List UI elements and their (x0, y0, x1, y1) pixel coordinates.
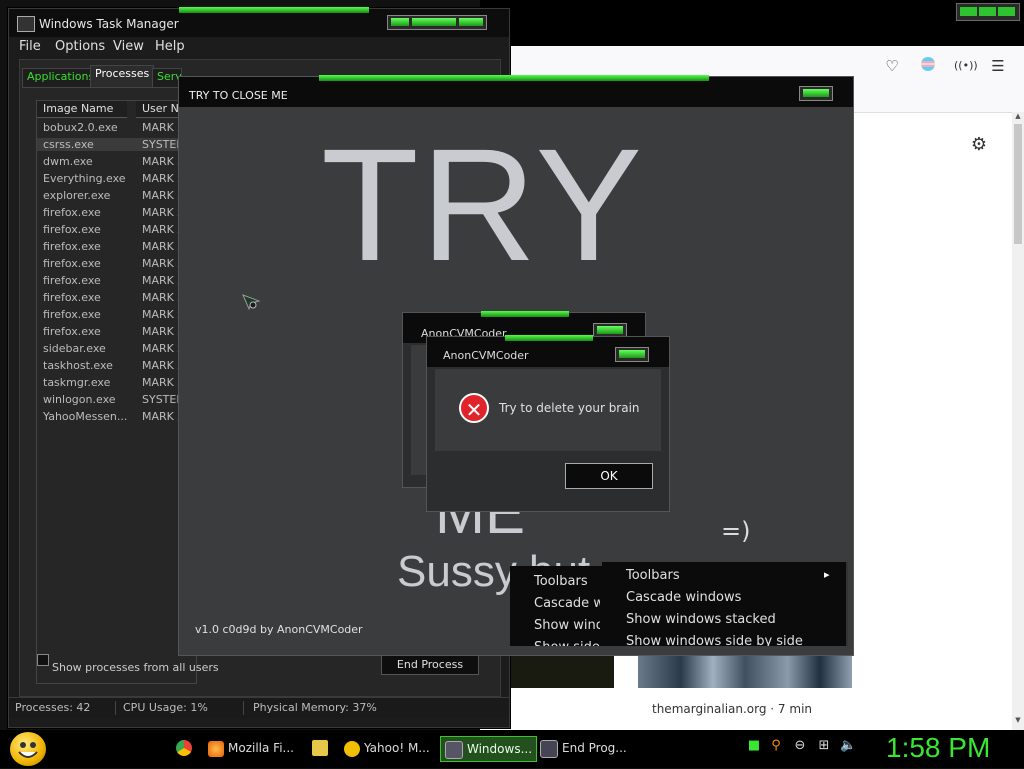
dialog-title: AnonCVMCoder (443, 349, 529, 362)
task-yahoo[interactable]: Yahoo! M... (344, 736, 430, 760)
status-memory: Physical Memory: 37% (253, 701, 377, 714)
process-name[interactable]: taskhost.exe (43, 359, 113, 372)
process-name[interactable]: YahooMessen... (43, 410, 127, 423)
cursor-icon (241, 289, 263, 311)
folder-icon[interactable] (312, 740, 328, 756)
process-name[interactable]: bobux2.0.exe (43, 121, 118, 134)
process-name[interactable]: firefox.exe (43, 257, 101, 270)
menu-item-cascade[interactable]: Cascade w (534, 596, 600, 611)
menu-item-cascade[interactable]: Cascade windows (626, 590, 741, 605)
process-name[interactable]: firefox.exe (43, 223, 101, 236)
process-name[interactable]: firefox.exe (43, 291, 101, 304)
status-bar: Processes: 42 CPU Usage: 1% Physical Mem… (9, 697, 509, 718)
menu-view[interactable]: View (113, 39, 144, 54)
titlebar-accent (505, 335, 593, 341)
chrome-icon[interactable] (176, 740, 192, 756)
window-controls[interactable] (387, 15, 487, 30)
process-name[interactable]: firefox.exe (43, 325, 101, 338)
browser-titlebar (480, 0, 1024, 46)
error-icon: ✕ (459, 393, 489, 423)
titlebar-accent (179, 7, 369, 13)
menu-help[interactable]: Help (155, 39, 185, 54)
taskmanager-icon (445, 740, 463, 759)
submenu-arrow-icon: ▸ (824, 568, 830, 581)
menu-bar: File Options View Help (9, 37, 509, 57)
context-menu-right: Toolbars ▸ Cascade windows Show windows … (602, 562, 848, 646)
clock[interactable]: 1:58 PM (886, 732, 990, 764)
task-windows-task-manager[interactable]: Windows... (440, 736, 538, 762)
article-meta[interactable]: themarginalian.org · 7 min (652, 702, 812, 716)
search-icon[interactable]: ⚲ (768, 738, 784, 754)
smiley-text: =) (721, 517, 751, 545)
menu-item-toolbars[interactable]: Toolbars (626, 568, 680, 583)
start-button[interactable] (10, 732, 46, 766)
process-name[interactable]: explorer.exe (43, 189, 110, 202)
reader-icon[interactable]: ((•)) (954, 56, 978, 76)
version-label: v1.0 c0d9d by AnonCVMCoder (195, 623, 363, 636)
scroll-up-icon[interactable]: ▲ (1012, 112, 1024, 122)
firefox-icon (208, 740, 224, 757)
ok-button[interactable]: OK (565, 463, 653, 489)
endprogram-icon (540, 739, 558, 758)
status-cpu: CPU Usage: 1% (119, 701, 244, 715)
show-all-checkbox[interactable] (37, 654, 49, 666)
window-title: Windows Task Manager (39, 17, 179, 31)
pocket-icon[interactable]: ♡ (882, 56, 902, 76)
process-name[interactable]: Everything.exe (43, 172, 126, 185)
task-end-program[interactable]: End Prog... (540, 736, 627, 760)
process-name[interactable]: sidebar.exe (43, 342, 106, 355)
end-process-button[interactable]: End Process (381, 655, 479, 675)
menu-file[interactable]: File (19, 39, 41, 54)
network-icon[interactable]: ⊞ (816, 738, 832, 754)
titlebar-accent (481, 311, 569, 317)
status-processes: Processes: 42 (11, 701, 116, 715)
window-title: TRY TO CLOSE ME (189, 89, 288, 102)
column-header-image-name[interactable]: Image Name (37, 101, 127, 118)
titlebar: TRY TO CLOSE ME (179, 75, 853, 107)
task-label: End Prog... (562, 741, 627, 755)
window-controls[interactable] (956, 3, 1020, 21)
menu-item-side[interactable]: Show side (534, 640, 600, 646)
menu-icon[interactable]: ☰ (988, 56, 1008, 76)
process-name[interactable]: firefox.exe (43, 308, 101, 321)
taskmanager-icon (17, 16, 35, 32)
menu-item-toolbars[interactable]: Toolbars (534, 574, 588, 589)
window-controls[interactable] (615, 347, 649, 362)
process-name[interactable]: taskmgr.exe (43, 376, 110, 389)
show-all-label: Show processes from all users (52, 661, 219, 674)
menu-item-stacked[interactable]: Show windows stacked (626, 612, 776, 627)
dialog-message: Try to delete your brain (499, 401, 640, 415)
context-menu-left: Toolbars Cascade w Show windo Show side (510, 566, 602, 646)
menu-item-stacked[interactable]: Show windo (534, 618, 600, 633)
volume-icon[interactable]: 🔈 (840, 738, 856, 754)
scrollbar[interactable]: ▲ ▼ (1012, 112, 1024, 730)
task-label: Windows... (467, 742, 533, 756)
pride-flag-icon[interactable] (918, 56, 938, 76)
window-controls[interactable] (799, 86, 833, 101)
process-name[interactable]: firefox.exe (43, 274, 101, 287)
yahoo-icon (344, 740, 360, 757)
titlebar: Windows Task Manager (9, 7, 509, 37)
task-label: Yahoo! M... (364, 741, 430, 755)
menu-options[interactable]: Options (55, 39, 105, 54)
circle-icon[interactable]: ⊖ (792, 738, 808, 754)
task-label: Mozilla Fi... (228, 741, 294, 755)
process-name[interactable]: winlogon.exe (43, 393, 116, 406)
gear-icon[interactable]: ⚙ (968, 134, 990, 156)
scroll-thumb[interactable] (1014, 124, 1022, 244)
process-name[interactable]: dwm.exe (43, 155, 93, 168)
green-square-icon[interactable]: ■ (746, 738, 762, 754)
process-name[interactable]: firefox.exe (43, 240, 101, 253)
big-heading: TRY (321, 115, 645, 294)
task-firefox[interactable]: Mozilla Fi... (208, 736, 294, 760)
error-dialog: AnonCVMCoder ✕ Try to delete your brain … (426, 335, 670, 512)
process-name[interactable]: firefox.exe (43, 206, 101, 219)
titlebar-accent (319, 75, 709, 81)
menu-item-side-by-side[interactable]: Show windows side by side (626, 634, 803, 646)
tab-applications[interactable]: Applications (22, 68, 100, 88)
tab-processes[interactable]: Processes (90, 65, 155, 88)
scroll-down-icon[interactable]: ▼ (1012, 716, 1024, 726)
